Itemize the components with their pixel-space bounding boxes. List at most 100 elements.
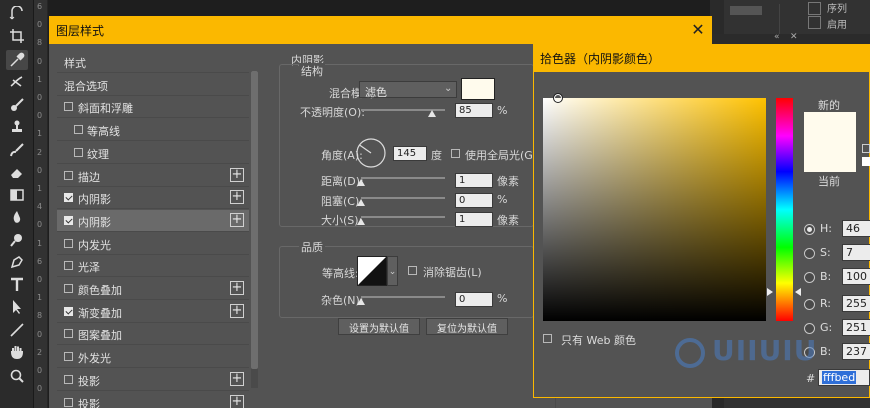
hue-slider-right-handle[interactable] (795, 288, 801, 296)
choke-slider[interactable] (361, 197, 445, 199)
s-input[interactable]: 7 (842, 244, 870, 261)
g-radio[interactable] (804, 323, 815, 334)
h-input[interactable]: 46 (842, 220, 870, 237)
chevron-down-icon[interactable]: ⌄ (387, 256, 398, 286)
eyedropper-icon[interactable] (6, 50, 28, 70)
hue-slider[interactable] (776, 98, 793, 321)
distance-slider[interactable] (361, 177, 445, 179)
global-light-checkbox[interactable] (451, 149, 460, 158)
pen-icon[interactable] (6, 252, 28, 272)
distance-input[interactable]: 1 (455, 173, 493, 188)
style-list-item[interactable]: 内发光 (57, 233, 249, 255)
style-list-item[interactable]: 样式 (57, 51, 249, 73)
style-list-item[interactable]: 等高线 (57, 119, 249, 142)
size-input[interactable]: 1 (455, 212, 493, 227)
style-list-item[interactable]: 外发光 (57, 346, 249, 369)
style-list-item[interactable]: 光泽 (57, 255, 249, 278)
eraser-icon[interactable] (6, 162, 28, 182)
hue-slider-left-handle[interactable] (767, 288, 773, 296)
color-field-cursor[interactable] (553, 93, 563, 103)
color-swatch[interactable] (461, 78, 495, 100)
style-list-item[interactable]: 描边 + (57, 165, 249, 187)
web-only-checkbox[interactable] (543, 334, 552, 343)
noise-slider-handle[interactable] (357, 298, 365, 305)
g-input[interactable]: 251 (842, 319, 870, 336)
cube-icon[interactable] (862, 144, 870, 153)
style-list-item[interactable]: 图案叠加 (57, 323, 249, 346)
noise-slider[interactable] (361, 296, 445, 298)
distance-slider-handle[interactable] (357, 179, 366, 186)
style-checkbox[interactable] (64, 374, 73, 384)
gradient-icon[interactable] (6, 185, 28, 205)
zoom-icon[interactable] (6, 366, 28, 386)
style-list-item[interactable]: 内阴影 + (57, 209, 249, 232)
history-brush-icon[interactable] (6, 140, 28, 160)
b-input[interactable]: 100 (842, 268, 870, 285)
blue-input[interactable]: 237 (842, 343, 870, 360)
style-list-item[interactable]: 颜色叠加 + (57, 278, 249, 300)
style-checkbox[interactable] (74, 125, 83, 135)
checkbox-2[interactable] (808, 16, 821, 29)
opacity-slider-handle[interactable] (428, 110, 437, 117)
choke-slider-handle[interactable] (357, 199, 365, 206)
marquee-icon[interactable] (6, 4, 28, 24)
r-radio[interactable] (804, 299, 815, 310)
contour-preview[interactable] (357, 256, 387, 286)
style-checkbox[interactable] (64, 261, 73, 271)
noise-input[interactable]: 0 (455, 292, 493, 307)
style-list-item[interactable]: 投影 + (57, 369, 249, 391)
blend-mode-select[interactable]: 滤色 ⌄ (359, 81, 457, 99)
crop-icon[interactable] (6, 26, 28, 46)
style-list-item[interactable]: 投影 + (57, 392, 249, 408)
add-style-icon[interactable]: + (230, 303, 244, 318)
style-list-item[interactable]: 混合选项 (57, 74, 249, 96)
size-slider[interactable] (361, 216, 445, 218)
angle-input[interactable]: 145 (393, 146, 427, 161)
opacity-input[interactable]: 85 (455, 103, 493, 118)
checkbox-1[interactable] (808, 2, 821, 15)
hex-input[interactable]: fffbed (818, 369, 870, 386)
style-list-item[interactable]: 斜面和浮雕 (57, 96, 249, 119)
scrollbar-thumb[interactable] (251, 71, 258, 369)
dodge-icon[interactable] (6, 230, 28, 250)
type-icon[interactable] (6, 275, 28, 295)
style-list-item[interactable]: 内阴影 + (57, 187, 249, 210)
style-checkbox[interactable] (74, 147, 83, 157)
set-default-button[interactable]: 设置为默认值 (338, 318, 420, 335)
style-checkbox[interactable] (64, 102, 73, 112)
add-style-icon[interactable]: + (230, 281, 244, 295)
path-select-icon[interactable] (6, 297, 28, 317)
healing-icon[interactable] (6, 72, 28, 92)
close-icon[interactable]: ✕ (790, 32, 798, 42)
add-style-icon[interactable]: + (230, 371, 244, 386)
choke-input[interactable]: 0 (455, 193, 493, 208)
style-checkbox[interactable] (64, 170, 73, 180)
style-checkbox[interactable] (64, 352, 73, 362)
size-slider-handle[interactable] (357, 218, 366, 225)
saturation-brightness-field[interactable] (543, 98, 766, 321)
style-checkbox[interactable] (64, 329, 73, 339)
angle-dial[interactable] (355, 137, 387, 169)
add-style-icon[interactable]: + (230, 190, 244, 205)
style-list-item[interactable]: 纹理 (57, 142, 249, 164)
r-input[interactable]: 255 (842, 295, 870, 312)
brush-icon[interactable] (6, 95, 28, 115)
style-list-item[interactable]: 渐变叠加 + (57, 301, 249, 323)
close-icon[interactable]: ✕ (689, 20, 707, 40)
reset-default-button[interactable]: 复位为默认值 (426, 318, 508, 335)
add-style-icon[interactable]: + (230, 394, 244, 408)
style-checkbox[interactable] (64, 306, 73, 316)
add-style-icon[interactable]: + (230, 212, 244, 227)
add-style-icon[interactable]: + (230, 167, 244, 182)
web-safe-swatch[interactable] (862, 157, 870, 166)
clone-stamp-icon[interactable] (6, 117, 28, 137)
style-checkbox[interactable] (64, 397, 73, 407)
s-radio[interactable] (804, 248, 815, 259)
current-color-swatch[interactable] (804, 142, 856, 172)
hand-icon[interactable] (6, 342, 28, 362)
style-checkbox[interactable] (64, 193, 73, 203)
line-icon[interactable] (6, 320, 28, 340)
b-radio[interactable] (804, 272, 815, 283)
h-radio[interactable] (804, 224, 815, 235)
style-checkbox[interactable] (64, 284, 73, 293)
